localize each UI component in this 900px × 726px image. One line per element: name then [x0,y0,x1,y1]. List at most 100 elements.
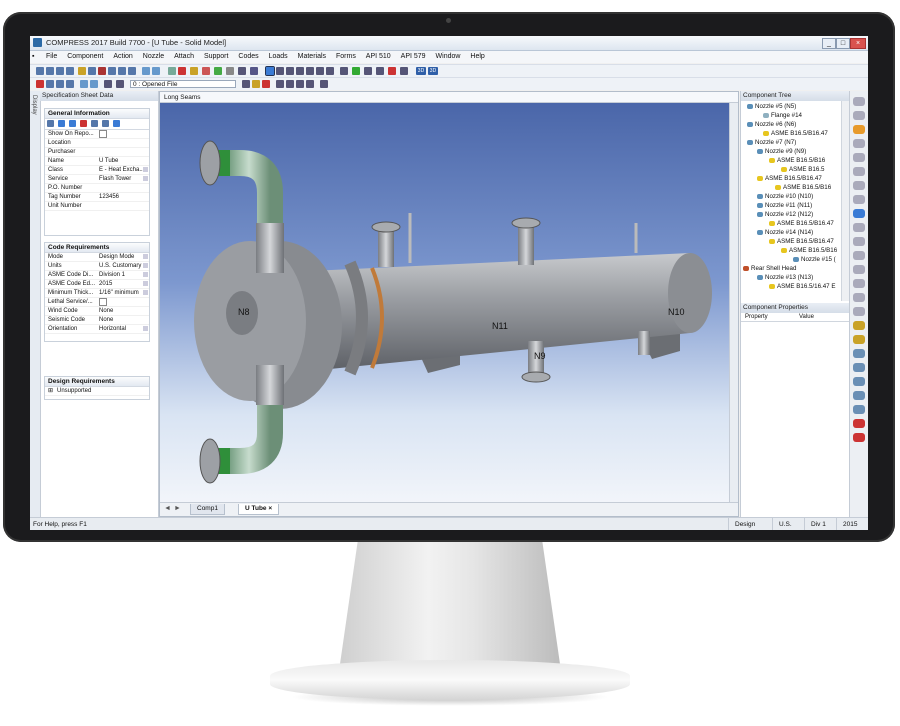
palette-icon[interactable] [853,391,865,400]
arrow-down-icon[interactable] [69,120,76,127]
section-icon[interactable] [326,67,334,75]
redo-icon[interactable] [152,67,160,75]
table-row[interactable]: Service Flash Tower [45,175,149,184]
pan-icon[interactable] [265,66,275,76]
table-row[interactable]: Tag Number 123456 [45,193,149,202]
tree-item[interactable]: Flange #14 [763,112,802,120]
move-icon[interactable] [104,80,112,88]
close-button[interactable]: × [850,38,866,49]
menu-materials[interactable]: Materials [294,51,330,63]
row-value[interactable]: E - Heat Excha... [99,166,147,174]
display-vertical-tab[interactable]: Display [30,91,41,517]
palette-icon[interactable] [853,279,865,288]
tree-item[interactable]: ASME B16.5/16.47 E [769,283,835,291]
dropdown-icon[interactable] [143,176,148,181]
arrow-up-icon[interactable] [296,80,304,88]
view-3d-button[interactable]: 3D [416,67,426,75]
dropdown-icon[interactable] [143,272,148,277]
arrow-left-icon[interactable] [276,80,284,88]
palette-icon[interactable] [853,223,865,232]
undo-icon[interactable] [142,67,150,75]
row-value[interactable]: Division 1 [99,271,147,279]
select-icon[interactable] [250,67,258,75]
rotate-icon[interactable] [296,67,304,75]
tree-item[interactable]: Nozzle #15 ( [793,256,836,264]
table-icon[interactable] [320,80,328,88]
palette-icon[interactable] [853,209,865,218]
palette-icon[interactable] [853,97,865,106]
tab-comp1[interactable]: Comp1 [190,504,225,515]
tree-item[interactable]: ASME B16.5/B16 [775,184,831,192]
menu-component[interactable]: Component [63,51,107,63]
tree-item[interactable]: Nozzle #6 (N6) [747,121,796,129]
palette-icon[interactable] [853,265,865,274]
close-tab-icon[interactable]: × [268,505,272,512]
list-item[interactable]: ⊞ Unsupported [45,387,149,396]
dropdown-icon[interactable] [143,167,148,172]
palette-icon[interactable] [853,419,865,428]
zoom-icon[interactable] [276,67,284,75]
grid-view-icon[interactable] [47,120,54,127]
open-icon[interactable] [46,67,54,75]
table-row[interactable]: Units U.S. Customary [45,262,149,271]
wrench-icon[interactable] [78,67,86,75]
tree-item[interactable]: ASME B16.5 [781,166,824,174]
menu-api510[interactable]: API 510 [362,51,395,63]
palette-icon[interactable] [853,195,865,204]
row-value[interactable]: U.S. Customary [99,262,147,270]
save-icon[interactable] [102,120,109,127]
cut-icon[interactable] [46,80,54,88]
dropdown-icon[interactable] [143,326,148,331]
general-information-title[interactable]: General Information [45,109,149,119]
palette-icon[interactable] [853,321,865,330]
tree-item[interactable]: Nozzle #5 (N5) [747,103,796,111]
tree-item[interactable]: Nozzle #14 (N14) [757,229,813,237]
palette-icon[interactable] [853,125,865,134]
arrow-down-icon[interactable] [306,80,314,88]
table-row[interactable]: Orientation Horizontal [45,325,149,334]
arrow-right-icon[interactable] [286,80,294,88]
tree-item[interactable]: Nozzle #13 (N13) [757,274,813,282]
row-value[interactable]: U Tube [99,157,147,165]
zoom-fit-icon[interactable] [286,67,294,75]
table-row[interactable]: Mode Design Mode [45,253,149,262]
design-requirements-title[interactable]: Design Requirements [45,377,149,387]
row-value[interactable]: 1/16" minimum [99,289,147,297]
palette-icon[interactable] [853,237,865,246]
print-icon[interactable] [66,67,74,75]
file-select[interactable]: 0 : Opened File [130,80,236,88]
palette-icon[interactable] [853,181,865,190]
palette-icon[interactable] [853,363,865,372]
table-row[interactable]: Purchaser [45,148,149,157]
viewport-scrollbar[interactable] [729,103,738,503]
tree-item[interactable]: Nozzle #7 (N7) [747,139,796,147]
render-icon[interactable] [352,67,360,75]
tree-scrollbar[interactable] [841,101,849,301]
menu-attach[interactable]: Attach [170,51,198,63]
checkbox[interactable] [99,130,107,138]
new-icon[interactable] [36,67,44,75]
copy2-icon[interactable] [56,80,64,88]
menu-file[interactable]: File [42,51,61,63]
palette-icon[interactable] [853,139,865,148]
row-value[interactable]: None [99,316,147,324]
menu-support[interactable]: Support [200,51,233,63]
palette-icon[interactable] [853,335,865,344]
checkbox[interactable] [99,298,107,306]
menu-help[interactable]: Help [466,51,488,63]
flag-icon[interactable] [262,80,270,88]
palette-icon[interactable] [853,153,865,162]
palette-icon[interactable] [853,111,865,120]
measure-icon[interactable] [316,67,324,75]
palette-icon[interactable] [853,293,865,302]
copy-icon[interactable] [118,67,126,75]
table-row[interactable]: Minimum Thick... 1/16" minimum [45,289,149,298]
tab-scroll-left-icon[interactable]: ◄ [164,505,171,512]
row-value[interactable]: None [99,307,147,315]
menu-loads[interactable]: Loads [265,51,292,63]
code-requirements-title[interactable]: Code Requirements [45,243,149,253]
table-row[interactable]: ASME Code Ed... 2015 [45,280,149,289]
dropdown-icon[interactable] [143,281,148,286]
find-icon[interactable] [116,80,124,88]
tab-scroll-right-icon[interactable]: ► [174,505,181,512]
